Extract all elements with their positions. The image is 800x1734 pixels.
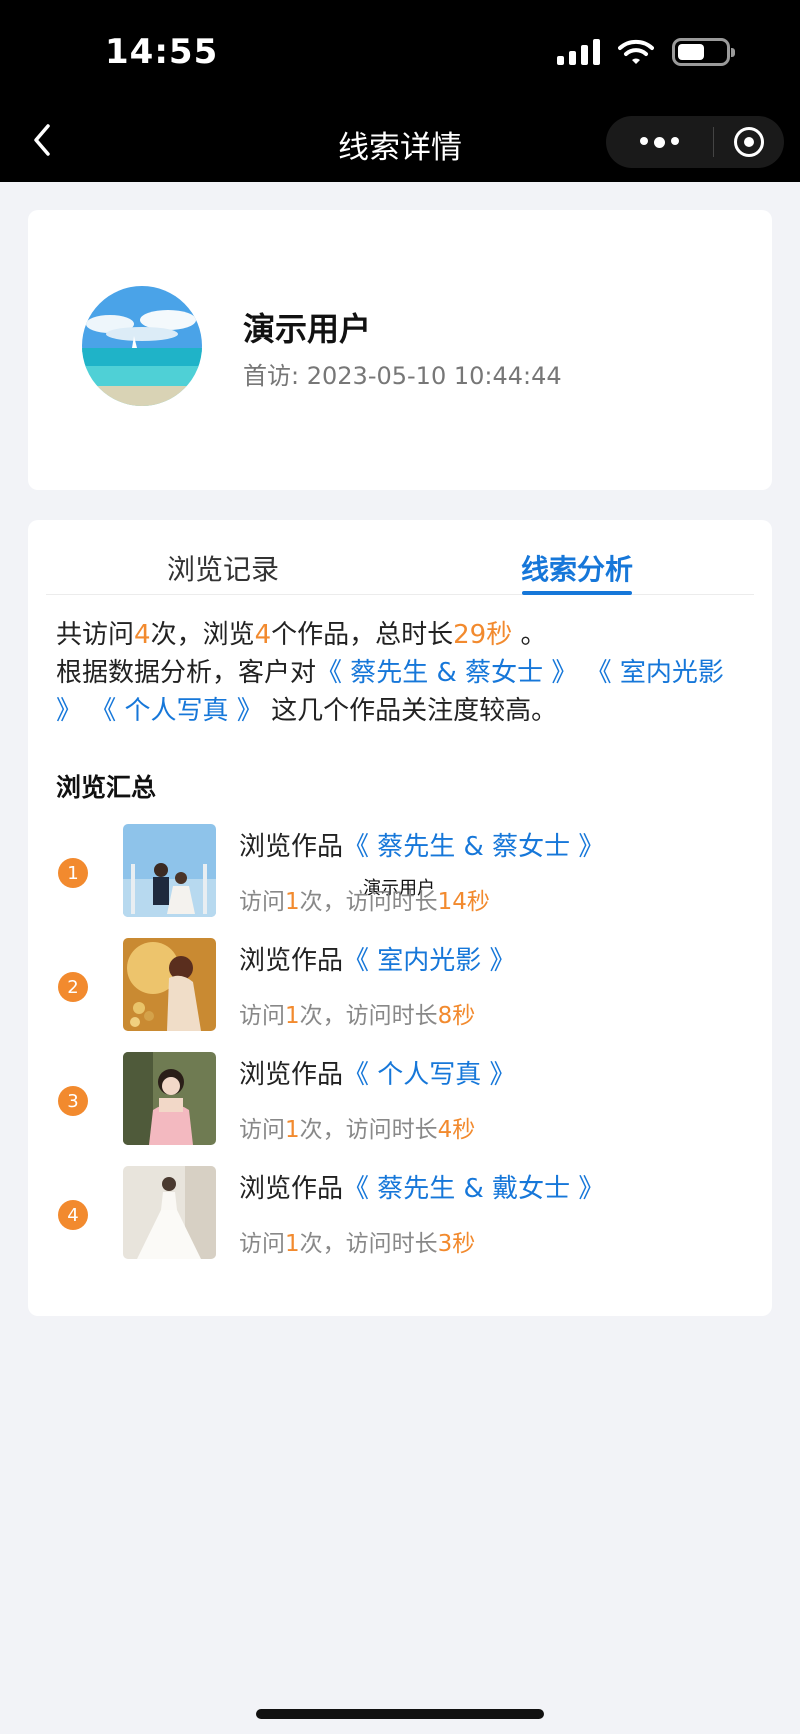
summary-text: 次，浏览 xyxy=(150,620,255,650)
work-link[interactable]: 《 蔡先生 & 蔡女士 》 xyxy=(343,832,604,862)
user-name: 演示用户 xyxy=(243,310,372,348)
first-visit-label: 首访: xyxy=(243,362,300,390)
close-miniprogram-icon[interactable] xyxy=(714,127,784,157)
more-icon[interactable] xyxy=(606,136,713,148)
battery-icon xyxy=(672,38,735,66)
item-duration: 4秒 xyxy=(437,1117,476,1143)
item-visit-count: 1 xyxy=(285,1231,300,1257)
summary-text: 。 xyxy=(512,620,547,650)
item-visit-count: 1 xyxy=(285,1003,300,1029)
analysis-summary: 共访问4次，浏览4个作品，总时长29秒 。 根据数据分析，客户对《 蔡先生 & … xyxy=(56,616,752,730)
item-title[interactable]: 浏览作品《 蔡先生 & 戴女士 》 xyxy=(239,1168,604,1205)
work-link[interactable]: 《 个人写真 》 xyxy=(343,1060,516,1090)
work-thumbnail[interactable] xyxy=(123,1052,216,1145)
signal-icon xyxy=(557,39,600,65)
item-title[interactable]: 浏览作品《 室内光影 》 xyxy=(239,940,516,977)
list-item[interactable]: 4 浏览作品《 蔡先生 & 戴女士 》 访问1次，访问时长3秒 xyxy=(28,1166,772,1280)
meta-text: 次，访问时长 xyxy=(299,1117,438,1143)
meta-text: 次，访问时长 xyxy=(299,1231,438,1257)
meta-text: 访问 xyxy=(239,1003,285,1029)
total-duration: 29秒 xyxy=(453,620,513,650)
work-link[interactable]: 《 蔡先生 & 蔡女士 》 xyxy=(316,658,577,688)
list-item[interactable]: 2 浏览作品《 室内光影 》 访问1次，访问时长8秒 xyxy=(28,938,772,1052)
item-title[interactable]: 浏览作品《 个人写真 》 xyxy=(239,1054,516,1091)
meta-text: 次，访问时长 xyxy=(299,1003,438,1029)
item-prefix: 浏览作品 xyxy=(239,1174,344,1204)
work-thumbnail[interactable] xyxy=(123,1166,216,1259)
item-title[interactable]: 浏览作品《 蔡先生 & 蔡女士 》 xyxy=(239,826,604,863)
work-thumbnail[interactable] xyxy=(123,824,216,917)
summary-text: 根据数据分析，客户对 xyxy=(56,658,317,688)
rank-badge: 4 xyxy=(58,1200,88,1230)
rank-badge: 2 xyxy=(58,972,88,1002)
work-link[interactable]: 《 个人写真 》 xyxy=(90,696,263,726)
analysis-card: 浏览记录 线索分析 共访问4次，浏览4个作品，总时长29秒 。 根据数据分析，客… xyxy=(28,520,772,1316)
item-prefix: 浏览作品 xyxy=(239,832,344,862)
item-duration: 8秒 xyxy=(437,1003,476,1029)
status-icons xyxy=(557,38,735,66)
summary-text: 这几个作品关注度较高。 xyxy=(262,696,558,726)
meta-text: 访问 xyxy=(239,889,285,915)
tab-lead-analysis[interactable]: 线索分析 xyxy=(400,520,754,595)
rank-badge: 3 xyxy=(58,1086,88,1116)
summary-text: 共访问 xyxy=(56,620,135,650)
rank-badge: 1 xyxy=(58,858,88,888)
home-indicator[interactable] xyxy=(256,1709,544,1719)
meta-text: 次，访问时长 xyxy=(299,889,438,915)
item-meta: 访问1次，访问时长8秒 xyxy=(239,996,475,1030)
meta-text: 访问 xyxy=(239,1231,285,1257)
list-item[interactable]: 1 浏览作品《 蔡先生 & 蔡女士 》 演示用户 访问1次，访问时长14秒 xyxy=(28,824,772,938)
status-time: 14:55 xyxy=(105,32,219,72)
work-count: 4 xyxy=(254,620,272,650)
wifi-icon xyxy=(618,39,654,64)
list-item[interactable]: 3 浏览作品《 个人写真 》 访问1次，访问时长4秒 xyxy=(28,1052,772,1166)
item-duration: 3秒 xyxy=(437,1231,476,1257)
browse-summary-list: 1 浏览作品《 蔡先生 & 蔡女士 》 演示用户 访问1次，访问时长14秒 2 xyxy=(28,824,772,1280)
mini-program-capsule xyxy=(606,116,784,168)
item-prefix: 浏览作品 xyxy=(239,946,344,976)
item-meta: 访问1次，访问时长14秒 xyxy=(239,882,490,916)
avatar xyxy=(82,286,202,406)
item-duration: 14秒 xyxy=(437,889,490,915)
summary-text: 个作品，总时长 xyxy=(271,620,454,650)
item-visit-count: 1 xyxy=(285,1117,300,1143)
profile-card: 演示用户 首访: 2023-05-10 10:44:44 xyxy=(28,210,772,490)
tab-bar: 浏览记录 线索分析 xyxy=(46,520,754,595)
item-prefix: 浏览作品 xyxy=(239,1060,344,1090)
tab-browse-records[interactable]: 浏览记录 xyxy=(46,520,400,594)
item-meta: 访问1次，访问时长3秒 xyxy=(239,1224,475,1258)
item-visit-count: 1 xyxy=(285,889,300,915)
work-link[interactable]: 《 蔡先生 & 戴女士 》 xyxy=(343,1174,604,1204)
top-bar: 14:55 线索详情 xyxy=(0,0,800,182)
first-visit-time: 首访: 2023-05-10 10:44:44 xyxy=(243,356,562,391)
work-link[interactable]: 《 室内光影 》 xyxy=(343,946,516,976)
work-thumbnail[interactable] xyxy=(123,938,216,1031)
meta-text: 访问 xyxy=(239,1117,285,1143)
visit-count: 4 xyxy=(134,620,151,650)
item-meta: 访问1次，访问时长4秒 xyxy=(239,1110,475,1144)
first-visit-value: 2023-05-10 10:44:44 xyxy=(306,362,562,390)
section-title: 浏览汇总 xyxy=(56,773,157,802)
